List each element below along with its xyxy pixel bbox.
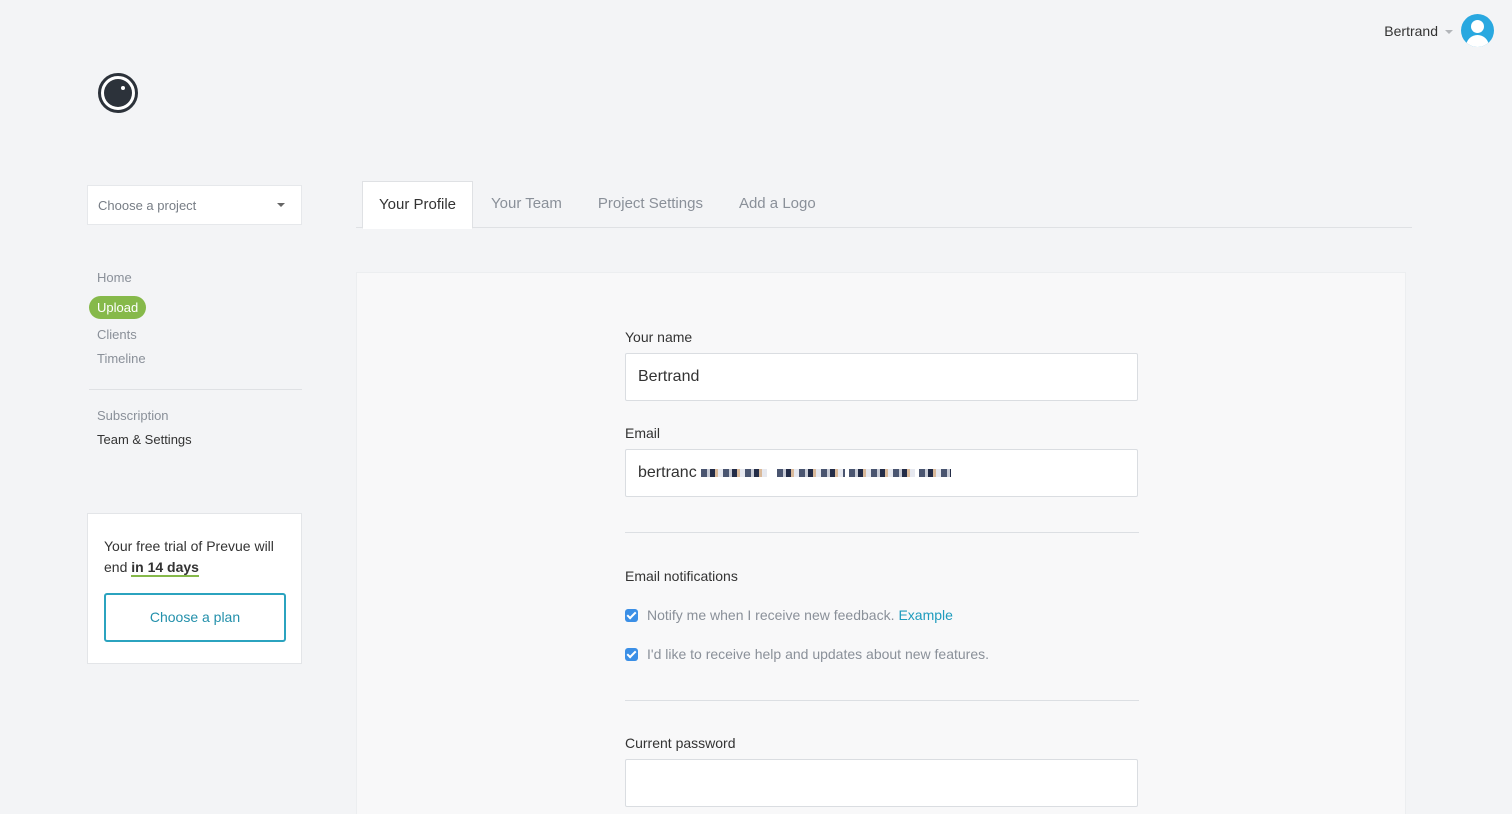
chevron-down-icon[interactable] — [1445, 29, 1453, 34]
tab-add-a-logo[interactable]: Add a Logo — [721, 181, 834, 227]
settings-tabs: Your Profile Your Team Project Settings … — [356, 181, 1412, 229]
notify-updates-checkbox[interactable] — [625, 647, 638, 661]
redacted-block — [700, 468, 767, 477]
sidebar-item-home[interactable]: Home — [89, 268, 302, 292]
dropdown-arrow-icon — [277, 203, 285, 207]
sidebar-item-subscription[interactable]: Subscription — [89, 406, 302, 430]
trial-days: in 14 days — [131, 559, 199, 577]
user-menu[interactable]: Bertrand — [1384, 14, 1494, 47]
avatar-icon[interactable] — [1461, 14, 1494, 47]
profile-form: Your name Bertrand Email bertranc Email … — [625, 329, 1139, 807]
sidebar-divider — [89, 389, 302, 390]
current-password-label: Current password — [625, 735, 736, 751]
email-value: bertranc — [638, 464, 697, 481]
settings-page: Bertrand Choose a project Home Upload Cl… — [0, 0, 1512, 814]
trial-text: Your free trial of Prevue will end in 14… — [104, 536, 285, 578]
sidebar-item-upload[interactable]: Upload — [89, 296, 147, 319]
user-name[interactable]: Bertrand — [1384, 23, 1438, 39]
name-input[interactable]: Bertrand — [625, 353, 1138, 401]
choose-plan-button[interactable]: Choose a plan — [104, 593, 286, 642]
notifications-title: Email notifications — [625, 568, 738, 584]
redacted-block — [776, 468, 845, 477]
notify-updates-option[interactable]: I'd like to receive help and updates abo… — [625, 646, 1139, 662]
sidebar-item-clients[interactable]: Clients — [89, 325, 302, 349]
tab-your-profile[interactable]: Your Profile — [362, 181, 473, 229]
tab-your-team[interactable]: Your Team — [473, 181, 580, 227]
tab-project-settings[interactable]: Project Settings — [580, 181, 721, 227]
sidebar-item-team-settings[interactable]: Team & Settings — [89, 430, 302, 454]
sidebar-item-timeline[interactable]: Timeline — [89, 349, 302, 373]
email-label: Email — [625, 425, 661, 441]
project-select-placeholder: Choose a project — [98, 197, 197, 213]
project-select[interactable]: Choose a project — [87, 185, 302, 225]
current-password-input[interactable] — [625, 759, 1138, 807]
redacted-block — [848, 468, 915, 477]
email-input[interactable]: bertranc — [625, 449, 1138, 497]
notify-feedback-option[interactable]: Notify me when I receive new feedback. E… — [625, 607, 1139, 623]
sidebar-nav: Home Upload Clients Timeline Subscriptio… — [89, 268, 302, 454]
notify-feedback-checkbox[interactable] — [625, 608, 638, 622]
section-divider — [625, 532, 1139, 533]
notify-updates-label: I'd like to receive help and updates abo… — [647, 646, 990, 662]
prevue-logo[interactable] — [98, 73, 138, 113]
redacted-block — [918, 468, 951, 477]
profile-panel: Your name Bertrand Email bertranc Email … — [356, 272, 1406, 814]
example-link[interactable]: Example — [898, 607, 952, 623]
notify-feedback-label: Notify me when I receive new feedback. — [647, 607, 895, 623]
trial-notice: Your free trial of Prevue will end in 14… — [87, 513, 302, 664]
name-label: Your name — [625, 329, 693, 345]
